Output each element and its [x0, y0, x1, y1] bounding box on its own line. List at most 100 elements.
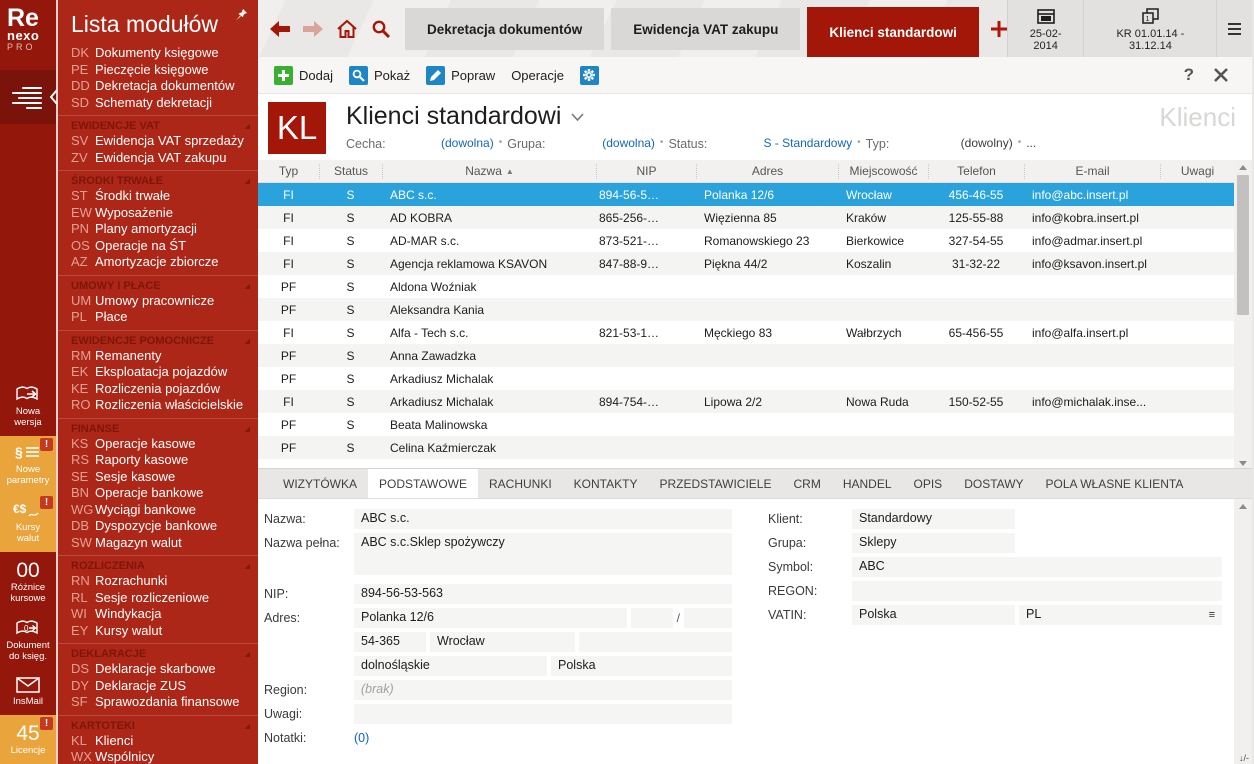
module-group-header[interactable]: ROZLICZENIA◢	[58, 555, 258, 573]
table-row[interactable]: PFSBeata Malinowska	[258, 413, 1234, 436]
module-item-um[interactable]: UMUmowy pracownicze	[58, 293, 258, 310]
edit-button[interactable]: Popraw	[422, 66, 499, 85]
add-button[interactable]: Dodaj	[270, 66, 337, 85]
module-item-ke[interactable]: KERozliczenia pojazdów	[58, 381, 258, 398]
module-item-dy[interactable]: DYDeklaracje ZUS	[58, 678, 258, 695]
module-item-sf[interactable]: SFSprawozdania finansowe	[58, 694, 258, 711]
table-row[interactable]: PFSAleksandra Kania	[258, 298, 1234, 321]
module-item-zv[interactable]: ZVEwidencja VAT zakupu	[58, 150, 258, 167]
module-item-ks[interactable]: KSOperacje kasowe	[58, 436, 258, 453]
module-item-dk[interactable]: DKDokumenty księgowe	[58, 45, 258, 62]
module-item-pl[interactable]: PLPłace	[58, 309, 258, 326]
grid-scrollbar[interactable]	[1234, 160, 1252, 468]
table-row[interactable]: FISArkadiusz Michalak894-754-45-55Lipowa…	[258, 390, 1234, 413]
module-item-sw[interactable]: SWMagazyn walut	[58, 535, 258, 552]
column-header-email[interactable]: E-mail	[1024, 164, 1160, 179]
module-group-header[interactable]: ŚRODKI TRWAŁE◢	[58, 170, 258, 188]
uwagi-field[interactable]	[354, 704, 732, 724]
scroll-up-icon[interactable]	[1239, 504, 1247, 509]
nazwa-field[interactable]: ABC s.c.	[354, 509, 732, 529]
column-header-nazwa[interactable]: Nazwa▲	[382, 164, 596, 179]
table-row[interactable]: PFSArkadiusz Michalak	[258, 367, 1234, 390]
grupa-field[interactable]: Sklepy	[852, 533, 1015, 553]
filter-value[interactable]: S - Standardowy	[763, 136, 852, 150]
module-item-rm[interactable]: RMRemanenty	[58, 348, 258, 365]
module-group-header[interactable]: KARTOTEKI◢	[58, 715, 258, 733]
rail-item-nowe-parametry[interactable]: !§Nowe parametry	[0, 436, 56, 494]
scroll-up-icon[interactable]	[1239, 165, 1247, 170]
wojewodztwo-field[interactable]: dolnośląskie	[354, 656, 547, 676]
rail-item-dokument-do-księg[interactable]: 0Dokument do księg.	[0, 612, 56, 670]
module-item-os[interactable]: OSOperacje na ŚT	[58, 238, 258, 255]
region-field[interactable]: (brak)	[354, 680, 732, 700]
module-item-sd[interactable]: SDSchematy dekretacji	[58, 95, 258, 112]
miasto-field[interactable]: Wrocław	[430, 632, 575, 652]
scroll-down-icon[interactable]	[1239, 461, 1247, 466]
ulica-field[interactable]: Polanka 12/6	[354, 608, 627, 628]
module-item-rs[interactable]: RSRaporty kasowe	[58, 452, 258, 469]
filter-value[interactable]: (dowolna)	[441, 136, 494, 150]
table-row[interactable]: PFSAldona Woźniak	[258, 275, 1234, 298]
column-header-miejscowo[interactable]: Miejscowość	[838, 164, 928, 179]
show-button[interactable]: Pokaż	[345, 66, 414, 85]
filter-value[interactable]: (dowolna)	[602, 136, 655, 150]
rail-item-licencje[interactable]: !45Licencje	[0, 715, 56, 764]
chevron-down-icon[interactable]	[571, 113, 584, 121]
module-item-pn[interactable]: PNPlany amortyzacji	[58, 221, 258, 238]
vatin-field[interactable]: ≡PL	[1019, 605, 1222, 625]
rail-item-kursy-walut[interactable]: !€$Kursy walut	[0, 494, 56, 552]
module-item-sv[interactable]: SVEwidencja VAT sprzedaży	[58, 133, 258, 150]
kod-pocztowy-field[interactable]: 54-365	[354, 632, 426, 652]
module-item-se[interactable]: SESesje kasowe	[58, 469, 258, 486]
detail-tab-dostawy[interactable]: DOSTAWY	[953, 469, 1034, 498]
module-group-header[interactable]: DEKLARACJE◢	[58, 643, 258, 661]
nazwa-pelna-field[interactable]: ABC s.c.Sklep spożywczy	[354, 533, 732, 575]
back-icon[interactable]	[270, 21, 290, 37]
module-item-rl[interactable]: RLSesje rozliczeniowe	[58, 590, 258, 607]
table-row[interactable]: PFSCelina Kaźmierczak	[258, 436, 1234, 459]
table-row[interactable]: FISAlfa - Tech s.c.821-53-15-245Męckiego…	[258, 321, 1234, 344]
table-row[interactable]: FISAD-MAR s.c.873-521-22-43Romanowskiego…	[258, 229, 1234, 252]
column-header-uwagi[interactable]: Uwagi	[1160, 164, 1234, 179]
module-item-wi[interactable]: WIWindykacja	[58, 606, 258, 623]
detail-tab-rachunki[interactable]: RACHUNKI	[478, 469, 563, 498]
klient-field[interactable]: Standardowy	[852, 509, 1015, 529]
detail-tab-pola-własne-klienta[interactable]: POLA WŁASNE KLIENTA	[1035, 469, 1195, 498]
module-group-header[interactable]: EWIDENCJE VAT◢	[58, 115, 258, 133]
tab-ewidencja-vat-zakupu[interactable]: Ewidencja VAT zakupu	[611, 8, 800, 50]
module-item-bn[interactable]: BNOperacje bankowe	[58, 485, 258, 502]
page-title[interactable]: Klienci standardowi	[346, 102, 561, 131]
operations-button[interactable]: Operacje	[507, 68, 568, 83]
module-item-ds[interactable]: DSDeklaracje skarbowe	[58, 661, 258, 678]
module-group-header[interactable]: FINANSE◢	[58, 418, 258, 436]
nr-domu-field[interactable]	[631, 608, 673, 628]
tab-dekretacja-dokumentów[interactable]: Dekretacja dokumentów	[405, 8, 604, 50]
module-group-header[interactable]: EWIDENCJE POMOCNICZE◢	[58, 330, 258, 348]
module-item-wx[interactable]: WXWspólnicy	[58, 749, 258, 764]
table-row[interactable]: FISAgencja reklamowa KSAVON847-88-99-698…	[258, 252, 1234, 275]
grid-scrollbar-thumb[interactable]	[1237, 175, 1249, 315]
regon-field[interactable]	[852, 581, 1222, 601]
module-item-kl[interactable]: KLKlienci	[58, 733, 258, 750]
module-item-ey[interactable]: EYKursy walut	[58, 623, 258, 640]
rail-item-różnice-kursowe[interactable]: 00Różnice kursowe	[0, 552, 56, 612]
module-item-dd[interactable]: DDDekretacja dokumentów	[58, 78, 258, 95]
table-row[interactable]: PFSAnna Zawadzka	[258, 344, 1234, 367]
symbol-field[interactable]: ABC	[852, 557, 1222, 577]
table-row[interactable]: FISABC s.c.894-56-53-563Polanka 12/6Wroc…	[258, 183, 1234, 206]
module-item-rn[interactable]: RNRozrachunki	[58, 573, 258, 590]
close-icon[interactable]	[1214, 68, 1228, 82]
rail-item-insmail[interactable]: InsMail	[0, 670, 56, 715]
filter-more[interactable]: ...	[1026, 136, 1036, 150]
column-header-adres[interactable]: Adres	[696, 164, 838, 179]
detail-scrollbar[interactable]	[1234, 499, 1252, 764]
search-icon[interactable]	[371, 19, 391, 39]
module-item-st[interactable]: STŚrodki trwałe	[58, 188, 258, 205]
detail-tab-crm[interactable]: CRM	[782, 469, 831, 498]
detail-tab-przedstawiciele[interactable]: PRZEDSTAWICIELE	[648, 469, 782, 498]
detail-tab-kontakty[interactable]: KONTAKTY	[563, 469, 649, 498]
settings-button[interactable]	[576, 66, 603, 85]
module-item-ek[interactable]: EKEksploatacja pojazdów	[58, 364, 258, 381]
detail-tab-podstawowe[interactable]: PODSTAWOWE	[368, 469, 478, 498]
notatki-link[interactable]: (0)	[354, 728, 369, 745]
